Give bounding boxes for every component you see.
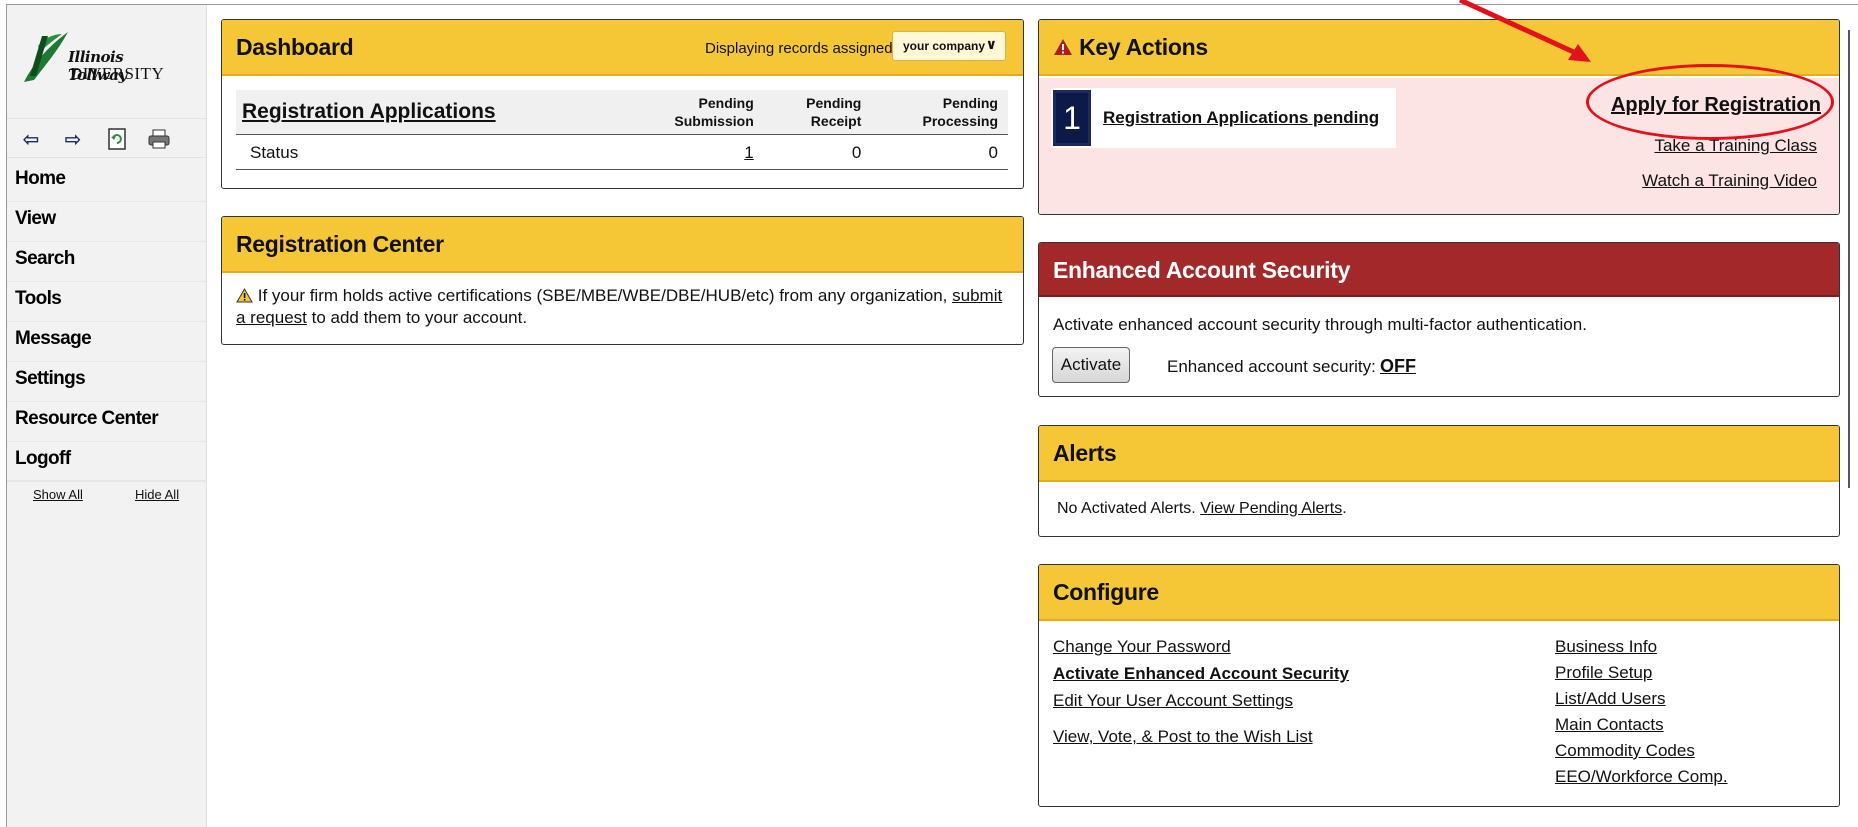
logo-text-diversity: DIVERSITY xyxy=(70,64,165,83)
alerts-header: Alerts xyxy=(1039,426,1839,482)
table-title: Registration Applications xyxy=(236,90,622,135)
configure-panel: Configure Change Your Password Activate … xyxy=(1038,564,1840,807)
main-contacts-link[interactable]: Main Contacts xyxy=(1555,715,1664,735)
registration-center-text: If your firm holds active certifications… xyxy=(236,286,1003,327)
menu-item-search[interactable]: Search xyxy=(7,242,207,282)
edit-account-settings-link[interactable]: Edit Your User Account Settings xyxy=(1053,691,1293,711)
sidebar-menu: Home View Search Tools Message Settings … xyxy=(7,162,207,482)
table-row: Status 1 0 0 xyxy=(236,134,1008,170)
chevron-down-icon: ∨ xyxy=(985,36,997,52)
show-all-link[interactable]: Show All xyxy=(33,487,83,502)
registration-applications-table: Registration Applications Pending Submiss… xyxy=(236,90,1008,170)
menu-item-home[interactable]: Home xyxy=(7,162,207,202)
col-pending-submission: Pending Submission xyxy=(621,90,764,135)
registration-center-title: Registration Center xyxy=(236,231,444,257)
cell-pending-receipt: 0 xyxy=(763,134,872,170)
scrollbar[interactable] xyxy=(1848,30,1850,488)
annotation-oval xyxy=(1586,64,1834,140)
security-status-value[interactable]: OFF xyxy=(1380,356,1416,377)
assigned-to-select[interactable]: your company ∨ xyxy=(892,31,1006,61)
training-video-link[interactable]: Watch a Training Video xyxy=(1642,171,1817,191)
menu-item-message[interactable]: Message xyxy=(7,322,207,362)
wish-list-link[interactable]: View, Vote, & Post to the Wish List xyxy=(1053,727,1313,747)
list-add-users-link[interactable]: List/Add Users xyxy=(1555,689,1666,709)
menu-item-tools[interactable]: Tools xyxy=(7,282,207,322)
alerts-text: No Activated Alerts. View Pending Alerts… xyxy=(1057,500,1347,517)
assigned-to-value: your company xyxy=(903,39,986,53)
business-info-link[interactable]: Business Info xyxy=(1555,637,1657,657)
account-security-panel: Enhanced Account Security Activate enhan… xyxy=(1038,242,1840,397)
eeo-workforce-link[interactable]: EEO/Workforce Comp. xyxy=(1555,767,1728,787)
configure-title: Configure xyxy=(1053,579,1159,605)
menu-item-settings[interactable]: Settings xyxy=(7,362,207,402)
registration-applications-link[interactable]: Registration Applications xyxy=(242,100,496,123)
alert-triangle-icon xyxy=(1054,39,1072,55)
account-security-title: Enhanced Account Security xyxy=(1053,257,1351,283)
profile-setup-link[interactable]: Profile Setup xyxy=(1555,663,1652,683)
dashboard-header: Dashboard Displaying records assigned to… xyxy=(222,20,1023,76)
hide-all-link[interactable]: Hide All xyxy=(135,487,179,502)
col-pending-receipt: Pending Receipt xyxy=(763,90,872,135)
dashboard-panel: Dashboard Displaying records assigned to… xyxy=(221,19,1024,189)
table-header-row: Registration Applications Pending Submiss… xyxy=(236,90,1008,135)
security-status-label: Enhanced account security: xyxy=(1167,357,1376,376)
key-actions-title: Key Actions xyxy=(1079,34,1208,60)
configure-header: Configure xyxy=(1039,565,1839,621)
refresh-icon[interactable] xyxy=(105,128,129,150)
alerts-panel: Alerts No Activated Alerts. View Pending… xyxy=(1038,425,1840,537)
security-description: Activate enhanced account security throu… xyxy=(1053,315,1587,334)
pending-applications-card[interactable]: 1 Registration Applications pending xyxy=(1051,88,1396,148)
displaying-label: Displaying records assigned to xyxy=(705,40,910,57)
menu-item-logoff[interactable]: Logoff xyxy=(7,442,207,482)
registration-applications-pending-link[interactable]: Registration Applications pending xyxy=(1103,108,1379,128)
commodity-codes-link[interactable]: Commodity Codes xyxy=(1555,741,1695,761)
registration-center-header: Registration Center xyxy=(222,217,1023,273)
account-security-header: Enhanced Account Security xyxy=(1039,243,1839,297)
pending-count-badge: 1 xyxy=(1053,90,1091,146)
activate-button[interactable]: Activate xyxy=(1052,347,1130,383)
cell-pending-submission[interactable]: 1 xyxy=(621,134,764,170)
annotation-arrow-icon xyxy=(1458,0,1591,62)
alerts-title: Alerts xyxy=(1053,440,1117,466)
row-label: Status xyxy=(236,134,622,170)
show-hide-controls: Show All Hide All xyxy=(7,480,207,502)
print-icon[interactable] xyxy=(147,128,171,150)
back-arrow-icon[interactable]: ⇦ xyxy=(19,128,43,151)
col-pending-processing: Pending Processing xyxy=(871,90,1008,135)
cell-pending-processing: 0 xyxy=(871,134,1008,170)
logo[interactable]: Illinois Tollway DIVERSITY xyxy=(14,26,184,90)
nav-toolbar: ⇦ ⇨ xyxy=(7,118,207,158)
change-password-link[interactable]: Change Your Password xyxy=(1053,637,1231,657)
registration-center-panel: Registration Center If your firm holds a… xyxy=(221,216,1024,345)
menu-item-resource-center[interactable]: Resource Center xyxy=(7,402,207,442)
activate-enhanced-security-link[interactable]: Activate Enhanced Account Security xyxy=(1053,664,1349,684)
forward-arrow-icon[interactable]: ⇨ xyxy=(61,128,85,151)
view-pending-alerts-link[interactable]: View Pending Alerts xyxy=(1200,500,1342,517)
warning-icon xyxy=(236,287,253,303)
dashboard-title: Dashboard xyxy=(236,34,354,60)
menu-item-view[interactable]: View xyxy=(7,202,207,242)
